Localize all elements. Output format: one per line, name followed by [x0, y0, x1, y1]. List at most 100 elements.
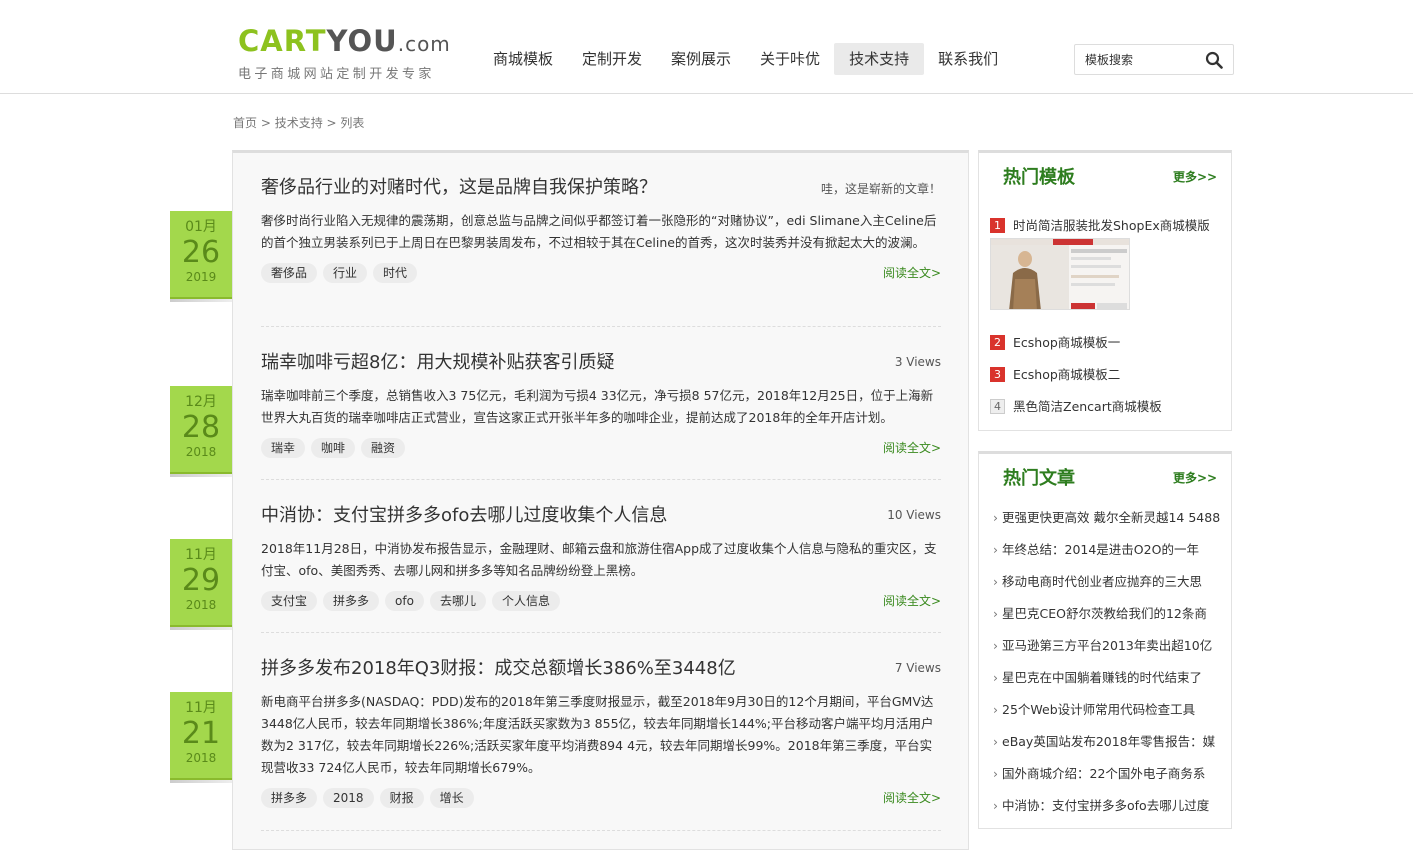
search-input[interactable]: [1075, 45, 1193, 74]
template-item[interactable]: 2 Ecshop商城模板一: [990, 332, 1120, 351]
breadcrumb-current: 列表: [340, 116, 365, 130]
rank-badge: 2: [990, 335, 1005, 350]
nav-contact[interactable]: 联系我们: [923, 43, 1013, 75]
hot-templates-panel: 热门模板 更多>> 1 时尚简洁服装批发ShopEx商城模版 2 Ecshop商城模…: [978, 150, 1232, 431]
tag[interactable]: 行业: [323, 263, 368, 283]
tag[interactable]: 拼多多: [261, 788, 318, 808]
divider: [261, 326, 941, 327]
logo-domain: .com: [397, 32, 451, 56]
article-views: 7 Views: [894, 661, 941, 675]
divider: [261, 632, 941, 633]
template-thumbnail[interactable]: [990, 238, 1130, 310]
chevron-right-icon: ›: [993, 638, 998, 653]
more-link[interactable]: 更多>>: [1173, 469, 1217, 486]
article-summary: 2018年11月28日，中消协发布报告显示，金融理财、邮箱云盘和旅游住宿App成…: [261, 541, 937, 578]
list-item[interactable]: › 国外商城介绍：22个国外电子商务系: [993, 763, 1225, 782]
chevron-right-icon: ›: [993, 542, 998, 557]
tag[interactable]: 增长: [429, 788, 474, 808]
rank-badge: 4: [990, 399, 1005, 414]
logo-tagline: 电子商城网站定制开发专家: [238, 67, 435, 82]
list-item[interactable]: › 星巴克CEO舒尔茨教给我们的12条商: [993, 603, 1225, 622]
list-item[interactable]: › 更强更快更高效 戴尔全新灵越14 5488: [993, 507, 1225, 526]
hot-posts-panel: 热门文章 更多>> › 更强更快更高效 戴尔全新灵越14 5488 › 年终总结：2…: [978, 451, 1232, 829]
date-badge: 11月 29 2018: [170, 539, 232, 630]
rank-badge: 3: [990, 367, 1005, 382]
chevron-right-icon: ›: [993, 734, 998, 749]
tag[interactable]: 时代: [373, 263, 418, 283]
article-tags: 奢侈品 行业 时代 阅读全文>: [261, 262, 941, 284]
tag[interactable]: 去哪儿: [429, 591, 486, 611]
read-more-link[interactable]: 阅读全文>: [883, 264, 941, 281]
breadcrumb-home[interactable]: 首页: [233, 116, 257, 130]
tag[interactable]: 瑞幸: [261, 438, 306, 458]
site-header: CARTYOU.com 电子商城网站定制开发专家 商城模板 定制开发 案例展示 …: [0, 0, 1413, 94]
search-box: [1074, 44, 1234, 75]
chevron-right-icon: ›: [993, 798, 998, 813]
list-item[interactable]: › 中消协：支付宝拼多多ofo去哪儿过度: [993, 795, 1225, 814]
date-badge: 11月 21 2018: [170, 692, 232, 783]
date-badge: 12月 28 2018: [170, 386, 232, 477]
list-item[interactable]: › 25个Web设计师常用代码检查工具: [993, 699, 1225, 718]
read-more-link[interactable]: 阅读全文>: [883, 789, 941, 806]
tag[interactable]: 2018: [323, 788, 374, 808]
rank-badge: 1: [990, 218, 1005, 233]
nav-templates[interactable]: 商城模板: [478, 43, 568, 75]
article-summary: 新电商平台拼多多(NASDAQ：PDD)发布的2018年第三季度财报显示，截至2…: [261, 694, 934, 775]
list-item[interactable]: › eBay英国站发布2018年零售报告：媒: [993, 731, 1225, 750]
list-item: 中消协：支付宝拼多多ofo去哪儿过度收集个人信息 10 Views 2018年1…: [261, 504, 941, 612]
tag[interactable]: 奢侈品: [261, 263, 318, 283]
logo-cart: CART: [238, 24, 327, 58]
list-item[interactable]: › 移动电商时代创业者应抛弃的三大思: [993, 571, 1225, 590]
divider: [261, 479, 941, 480]
list-item[interactable]: › 星巴克在中国躺着赚钱的时代结束了: [993, 667, 1225, 686]
divider: [261, 830, 941, 831]
article-tags: 瑞幸 咖啡 融资 阅读全文>: [261, 437, 941, 459]
nav-about[interactable]: 关于咔优: [745, 43, 835, 75]
tag[interactable]: 个人信息: [491, 591, 560, 611]
article-title[interactable]: 瑞幸咖啡亏超8亿：用大规模补贴获客引质疑: [261, 351, 941, 375]
tag[interactable]: 财报: [379, 788, 424, 808]
chevron-right-icon: ›: [993, 766, 998, 781]
chevron-right-icon: ›: [993, 670, 998, 685]
logo-you: YOU: [326, 24, 398, 58]
nav-support[interactable]: 技术支持: [834, 43, 925, 75]
search-icon[interactable]: [1205, 51, 1223, 69]
article-views: 10 Views: [887, 508, 941, 522]
nav-custom-dev[interactable]: 定制开发: [567, 43, 657, 75]
chevron-right-icon: ›: [993, 606, 998, 621]
date-badge: 01月 26 2019: [170, 211, 232, 302]
tag[interactable]: ofo: [385, 591, 424, 611]
site-logo[interactable]: CARTYOU.com 电子商城网站定制开发专家: [238, 26, 451, 82]
panel-title: 热门模板: [1003, 167, 1075, 188]
list-item: 奢侈品行业的对赌时代，这是品牌自我保护策略？ 哇，这是崭新的文章！ 奢侈时尚行业…: [261, 176, 941, 284]
breadcrumb-section[interactable]: 技术支持: [275, 116, 323, 130]
read-more-link[interactable]: 阅读全文>: [883, 592, 941, 609]
tag[interactable]: 融资: [361, 438, 406, 458]
article-tags: 拼多多 2018 财报 增长 阅读全文>: [261, 787, 941, 809]
tag[interactable]: 拼多多: [323, 591, 380, 611]
template-item[interactable]: 4 黑色简洁Zencart商城模板: [990, 396, 1162, 415]
chevron-right-icon: ›: [993, 510, 998, 525]
tag[interactable]: 咖啡: [311, 438, 356, 458]
list-item: 拼多多发布2018年Q3财报：成交总额增长386%至3448亿 7 Views …: [261, 657, 941, 809]
article-summary: 瑞幸咖啡前三个季度，总销售收入3 75亿元，毛利润为亏损4 33亿元，净亏损8 …: [261, 388, 934, 425]
more-link[interactable]: 更多>>: [1173, 168, 1217, 185]
template-item[interactable]: 3 Ecshop商城模板二: [990, 364, 1120, 383]
article-tags: 支付宝 拼多多 ofo 去哪儿 个人信息 阅读全文>: [261, 590, 941, 612]
template-preview-image: [991, 239, 1129, 309]
main-nav: 商城模板 定制开发 案例展示 关于咔优 技术支持 联系我们: [478, 43, 1012, 75]
list-item[interactable]: › 亚马逊第三方平台2013年卖出超10亿: [993, 635, 1225, 654]
panel-title: 热门文章: [1003, 468, 1075, 489]
article-title[interactable]: 中消协：支付宝拼多多ofo去哪儿过度收集个人信息: [261, 504, 941, 528]
nav-cases[interactable]: 案例展示: [656, 43, 746, 75]
list-item: 瑞幸咖啡亏超8亿：用大规模补贴获客引质疑 3 Views 瑞幸咖啡前三个季度，总…: [261, 351, 941, 459]
article-views: 3 Views: [894, 355, 941, 369]
article-list: 奢侈品行业的对赌时代，这是品牌自我保护策略？ 哇，这是崭新的文章！ 奢侈时尚行业…: [232, 150, 969, 850]
list-item[interactable]: › 年终总结：2014是进击O2O的一年: [993, 539, 1225, 558]
article-title[interactable]: 拼多多发布2018年Q3财报：成交总额增长386%至3448亿: [261, 657, 941, 681]
template-item[interactable]: 1 时尚简洁服装批发ShopEx商城模版: [990, 215, 1210, 234]
chevron-right-icon: ›: [993, 702, 998, 717]
article-summary: 奢侈时尚行业陷入无规律的震荡期，创意总监与品牌之间似乎都签订着一张隐形的“对赌协…: [261, 213, 937, 250]
read-more-link[interactable]: 阅读全文>: [883, 439, 941, 456]
tag[interactable]: 支付宝: [261, 591, 318, 611]
